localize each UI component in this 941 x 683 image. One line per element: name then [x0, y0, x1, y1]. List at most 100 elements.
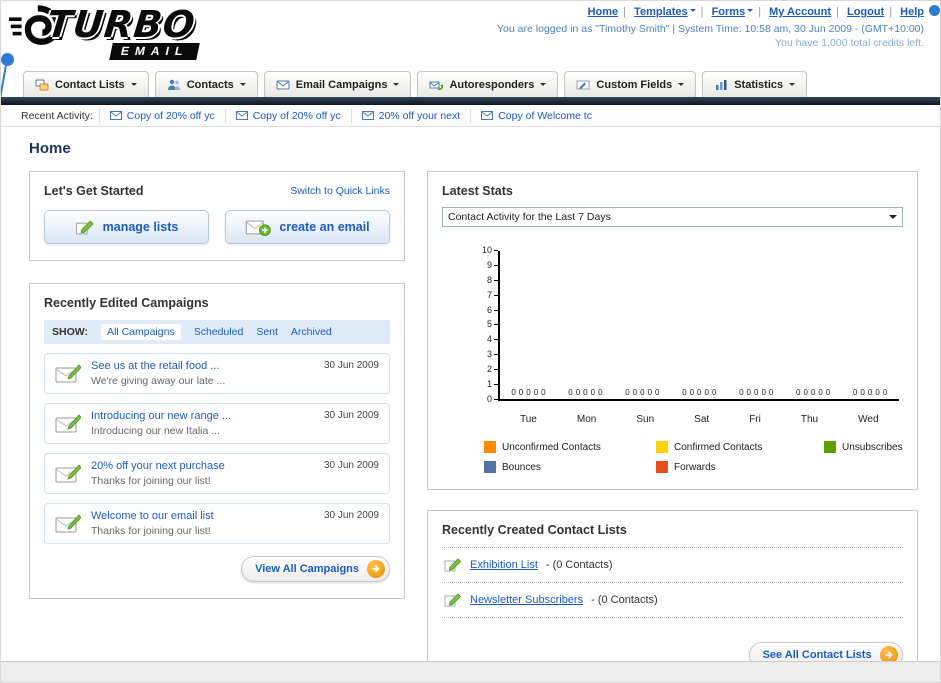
chart-value-label: 0: [583, 388, 588, 397]
chart-value-label: 0: [768, 388, 774, 397]
campaign-envelope-pencil-icon: [55, 414, 81, 433]
stats-period-dropdown[interactable]: Contact Activity for the Last 7 Days: [442, 207, 903, 227]
chart-value-label: 0: [825, 388, 831, 397]
chart-value-label: 0: [818, 388, 823, 397]
campaign-date: 30 Jun 2009: [323, 360, 379, 371]
top-link-logout[interactable]: Logout: [847, 6, 884, 18]
chart-value-label: 0: [526, 388, 531, 397]
legend-item: Bounces: [484, 461, 656, 473]
filter-all-campaigns[interactable]: All Campaigns: [100, 324, 181, 340]
legend-swatch: [824, 441, 836, 453]
chevron-down-icon: [747, 9, 754, 15]
recent-activity-item[interactable]: Copy of 20% off yc: [224, 108, 351, 123]
recent-activity-bar: Recent Activity: Copy of 20% off yc Copy…: [1, 105, 940, 127]
legend-swatch: [484, 441, 496, 453]
chart-y-tick: 4: [487, 335, 498, 344]
decorative-dot: [1, 53, 14, 66]
chart-y-tick: 7: [487, 290, 498, 300]
email-campaigns-icon: [276, 80, 290, 89]
campaigns-title: Recently Edited Campaigns: [44, 296, 209, 310]
campaign-row: See us at the retail food ... We're givi…: [44, 353, 390, 394]
chevron-down-icon: [393, 83, 400, 89]
campaign-title-link[interactable]: 20% off your next purchase: [91, 460, 314, 472]
chevron-down-icon: [689, 9, 696, 15]
view-all-campaigns-button[interactable]: View All Campaigns: [241, 556, 390, 582]
top-link-help[interactable]: Help: [900, 6, 924, 18]
chart-value-label: 0: [598, 388, 603, 397]
credits-info: You have 1,000 total credits left.: [774, 37, 924, 49]
legend-item: Unsubscribes: [824, 441, 903, 453]
chart-value-group: 00000: [625, 388, 659, 397]
top-link-my-account[interactable]: My Account: [769, 6, 831, 18]
recent-activity-label: Recent Activity:: [21, 109, 93, 122]
chart-value-label: 0: [739, 388, 744, 397]
contacts-icon: [167, 79, 180, 90]
campaign-date: 30 Jun 2009: [323, 460, 379, 471]
recent-activity-item[interactable]: 20% off your next: [350, 108, 471, 123]
top-link-templates[interactable]: Templates: [634, 6, 688, 18]
chevron-down-icon: [130, 83, 137, 89]
campaign-subtitle: Thanks for joining our list!: [91, 475, 211, 487]
campaign-row: Welcome to our email list Thanks for joi…: [44, 503, 390, 544]
campaign-row: 20% off your next purchase Thanks for jo…: [44, 453, 390, 494]
top-link-forms[interactable]: Forms: [712, 6, 746, 18]
pencil-icon: [75, 220, 94, 234]
campaign-title-link[interactable]: See us at the retail food ...: [91, 360, 314, 372]
chart-x-labels: Tue Mon Sun Sat Fri Thu Wed: [500, 414, 899, 425]
tab-contact-lists[interactable]: Contact Lists: [23, 71, 149, 97]
legend-item: Forwards: [656, 461, 824, 473]
top-nav: Home | Templates | Forms | My Account | Logo…: [587, 6, 924, 18]
logo-text-email: EMAIL: [109, 43, 201, 61]
filter-sent[interactable]: Sent: [256, 326, 278, 338]
recent-activity-item[interactable]: Copy of 20% off yc: [98, 108, 225, 123]
chart-value-label: 0: [753, 388, 759, 397]
legend-swatch: [656, 441, 668, 453]
contact-activity-chart: 10 9 8 7 6 5 4 3 2 1 0 000000000000000000000000000…: [472, 246, 899, 425]
chart-zero-groups: 00000000000000000000000000000000000: [500, 388, 899, 397]
contact-list-row: Exhibition List - (0 Contacts): [442, 548, 903, 583]
tab-custom-fields[interactable]: Custom Fields: [564, 71, 697, 97]
manage-lists-button[interactable]: manage lists: [44, 210, 209, 244]
chart-y-axis: 10 9 8 7 6 5 4 3 2 1 0: [472, 246, 498, 404]
chart-x-label: Sat: [694, 414, 710, 425]
get-started-panel: Let's Get Started Switch to Quick Links …: [29, 171, 405, 261]
chart-value-label: 0: [697, 388, 702, 397]
recent-activity-item[interactable]: Copy of Welcome tc: [470, 108, 602, 123]
chart-y-tick: 1: [487, 380, 498, 389]
pencil-icon: [444, 558, 462, 572]
filter-scheduled[interactable]: Scheduled: [194, 326, 244, 338]
envelope-icon: [235, 111, 248, 120]
chart-value-label: 0: [533, 388, 539, 397]
page-footer: [1, 661, 940, 682]
chart-value-label: 0: [810, 388, 816, 397]
contact-list-row: Newsletter Subscribers - (0 Contacts): [442, 583, 903, 618]
top-link-home[interactable]: Home: [588, 6, 619, 18]
turbo-email-logo[interactable]: TURBO EMAIL: [9, 3, 201, 61]
chart-x-label: Wed: [858, 414, 879, 425]
filter-archived[interactable]: Archived: [291, 326, 332, 338]
envelope-plus-icon: [246, 220, 272, 236]
create-email-button[interactable]: create an email: [225, 210, 390, 244]
switch-quick-links-link[interactable]: Switch to Quick Links: [290, 185, 390, 197]
campaign-title-link[interactable]: Welcome to our email list: [91, 510, 314, 522]
page: TURBO EMAIL Home | Templates | Forms | My A…: [0, 0, 941, 683]
chart-value-label: 0: [867, 388, 873, 397]
contact-list-link[interactable]: Newsletter Subscribers: [470, 594, 583, 606]
custom-fields-icon: [576, 80, 590, 89]
chevron-down-icon: [789, 83, 796, 89]
dropdown-arrow-icon: [888, 215, 897, 223]
campaign-title-link[interactable]: Introducing our new range ...: [91, 410, 314, 422]
login-info: You are logged in as "Timothy Smith" | S…: [497, 23, 924, 35]
chart-x-label: Fri: [749, 414, 761, 425]
chart-value-group: 00000: [739, 388, 773, 397]
chart-value-label: 0: [647, 388, 653, 397]
chart-y-tick: 0: [487, 394, 498, 404]
contact-list-link[interactable]: Exhibition List: [470, 559, 538, 571]
chart-value-label: 0: [796, 388, 801, 397]
tab-email-campaigns[interactable]: Email Campaigns: [263, 71, 412, 97]
tab-contacts[interactable]: Contacts: [154, 71, 258, 97]
tab-statistics[interactable]: Statistics: [702, 71, 808, 97]
chevron-down-icon: [678, 83, 685, 89]
chart-y-tick: 5: [487, 320, 498, 329]
tab-autoresponders[interactable]: Autoresponders: [417, 71, 559, 97]
